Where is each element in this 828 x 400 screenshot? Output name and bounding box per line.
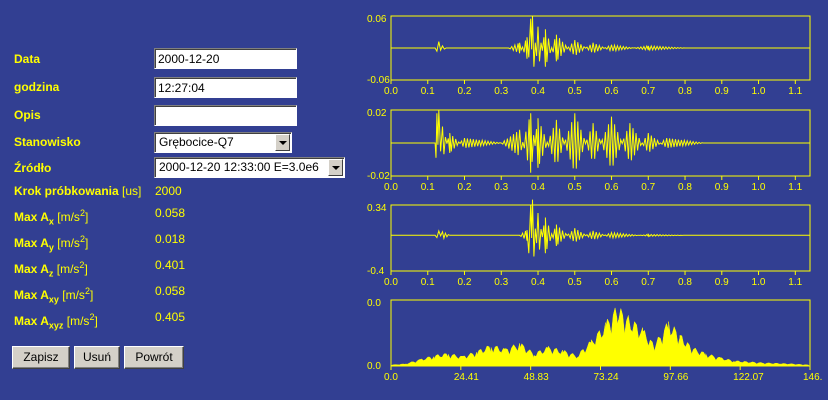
- chart-1-xtick-label-0: 0.0: [384, 182, 398, 193]
- chart-2-xtick-label-8: 0.8: [678, 277, 692, 288]
- chart-0-xtick-label-1: 0.1: [421, 86, 435, 97]
- chart-1-xtick-label-2: 0.2: [458, 182, 472, 193]
- chart-0-xtick-label-7: 0.7: [641, 86, 655, 97]
- chart-2-xtick-label-4: 0.4: [531, 277, 545, 288]
- chart-2-xtick-label-0: 0.0: [384, 277, 398, 288]
- chart-2-xtick-label-2: 0.2: [458, 277, 472, 288]
- chart-2-xtick-label-10: 1.0: [752, 277, 766, 288]
- chart-1-xtick-label-10: 1.0: [752, 182, 766, 193]
- chart-0-xtick-label-3: 0.3: [494, 86, 508, 97]
- chart-1-xtick-label-1: 0.1: [421, 182, 435, 193]
- chart-0-xtick-label-4: 0.4: [531, 86, 545, 97]
- chart-2-xtick-label-5: 0.5: [568, 277, 582, 288]
- chart-0-xtick-label-11: 1.1: [788, 86, 802, 97]
- chart-0-xtick-label-6: 0.6: [605, 86, 619, 97]
- chart-3-xtick-label-0: 0.0: [384, 372, 398, 383]
- chart-0-xtick-label-8: 0.8: [678, 86, 692, 97]
- chart-1-ytick-top: 0.02: [367, 108, 387, 119]
- chart-1-xtick-label-9: 0.9: [715, 182, 729, 193]
- chart-1-xtick-label-3: 0.3: [494, 182, 508, 193]
- chart-3-xtick-label-3: 73.24: [593, 372, 618, 383]
- chart-3-ytick-top: 0.0: [367, 298, 381, 309]
- chart-2-xtick-label-3: 0.3: [494, 277, 508, 288]
- chart-3-xtick-label-2: 48.83: [524, 372, 549, 383]
- chart-1-xtick-label-7: 0.7: [641, 182, 655, 193]
- chart-0-ytick-bottom: -0.06: [367, 75, 390, 86]
- chart-2-frame: [390, 204, 811, 272]
- chart-0-series: [391, 15, 810, 67]
- charts-area: 0.06-0.060.0 0.1 0.2 0.3 0.4 0.5 0.6 0.7 0.8 0.9 1…: [367, 14, 822, 383]
- chart-1-xtick-label-11: 1.1: [788, 182, 802, 193]
- chart-2-xtick-label-9: 0.9: [715, 277, 729, 288]
- chart-2-ytick-top: 0.34: [367, 203, 387, 214]
- chart-2-xtick-label-6: 0.6: [605, 277, 619, 288]
- chart-1-series: [391, 109, 810, 173]
- chart-2-xtick-label-1: 0.1: [421, 277, 435, 288]
- chart-3-ytick-bottom: 0.0: [367, 361, 381, 372]
- chart-2-series: [391, 199, 810, 257]
- chart-2-xtick-label-7: 0.7: [641, 277, 655, 288]
- chart-0-ytick-top: 0.06: [367, 14, 387, 25]
- chart-0-xtick-label-10: 1.0: [752, 86, 766, 97]
- chart-0-xtick-label-9: 0.9: [715, 86, 729, 97]
- chart-1-xtick-label-5: 0.5: [568, 182, 582, 193]
- chart-3-series: [390, 307, 809, 367]
- chart-3-xtick-label-5: 122.07: [733, 372, 764, 383]
- chart-3-xtick-label-6: 146.: [803, 372, 822, 383]
- chart-0-xtick-label-5: 0.5: [568, 86, 582, 97]
- chart-2-xtick-label-11: 1.1: [788, 277, 802, 288]
- chart-3-xtick-label-1: 24.41: [454, 372, 479, 383]
- chart-2-ytick-bottom: -0.4: [367, 266, 385, 277]
- chart-1-xtick-label-8: 0.8: [678, 182, 692, 193]
- chart-1-xtick-label-4: 0.4: [531, 182, 545, 193]
- chart-0-xtick-label-2: 0.2: [458, 86, 472, 97]
- chart-1-ytick-bottom: -0.02: [367, 171, 390, 182]
- chart-1-xtick-label-6: 0.6: [605, 182, 619, 193]
- chart-0-xtick-label-0: 0.0: [384, 86, 398, 97]
- chart-3-xtick-label-4: 97.66: [663, 372, 688, 383]
